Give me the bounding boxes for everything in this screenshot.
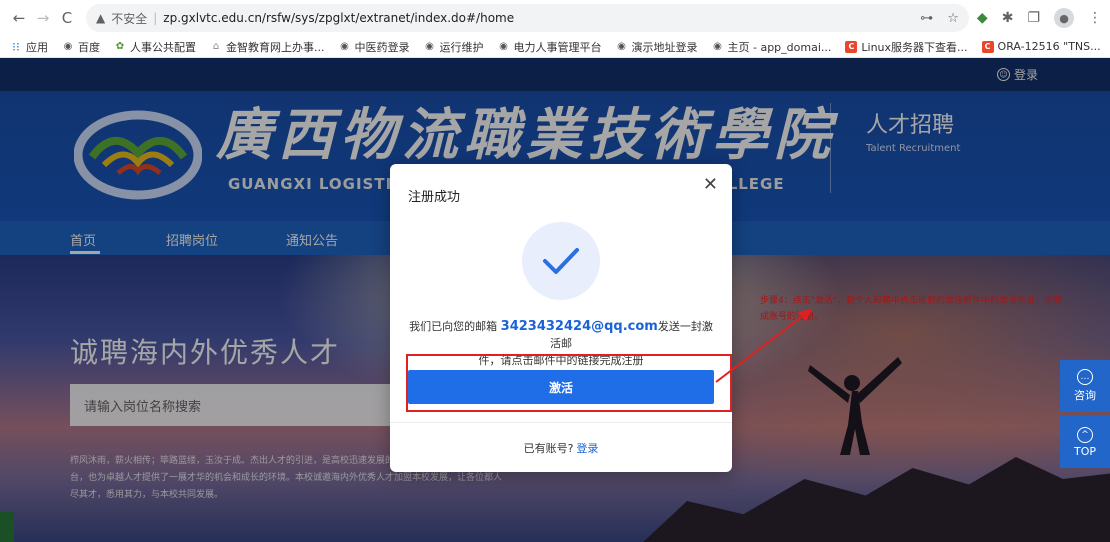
key-icon[interactable]: ⊶ <box>920 11 933 26</box>
globe-icon: ◉ <box>63 41 73 52</box>
globe-icon: ◉ <box>499 41 508 52</box>
bookmarks-bar: ⁝⁝ 应用 ◉ 百度 ✿ 人事公共配置 ⌂ 金智教育网上办事... ◉ 中医药登录 ◉ 运行… <box>0 36 1110 58</box>
puzzle-icon[interactable]: ✱ <box>1002 10 1014 26</box>
login-link[interactable]: 登录 <box>576 442 598 455</box>
profile-avatar-icon[interactable]: ● <box>1054 8 1074 28</box>
chat-icon: … <box>1077 369 1093 385</box>
bookmark-item[interactable]: ✿ 人事公共配置 <box>114 39 196 55</box>
has-account-row: 已有账号? 登录 <box>523 442 599 455</box>
activate-button[interactable]: 激活 <box>408 370 714 404</box>
url-bar[interactable]: ▲ 不安全 | zp.gxlvtc.edu.cn/rsfw/sys/zpglxt… <box>86 4 969 32</box>
bookmark-item[interactable]: ⁝⁝ 应用 <box>10 39 48 55</box>
apps-icon: ⁝⁝ <box>12 39 20 54</box>
red-c-icon: C <box>981 40 994 53</box>
url-text: zp.gxlvtc.edu.cn/rsfw/sys/zpglxt/extrane… <box>163 11 515 25</box>
bookmark-item[interactable]: ◉ 电力人事管理平台 <box>498 39 601 55</box>
success-check-icon <box>522 222 600 300</box>
bookmark-item[interactable]: ◉ 运行维护 <box>424 39 483 55</box>
dialog-title: 注册成功 <box>408 190 461 205</box>
close-icon[interactable]: ✕ <box>703 174 718 195</box>
globe-icon: ◉ <box>340 41 349 52</box>
green-icon: ✿ <box>115 41 125 52</box>
url-separator: | <box>153 11 158 25</box>
dialog-divider <box>390 422 732 423</box>
globe-icon: ◉ <box>425 41 434 52</box>
globe-icon: ◉ <box>713 41 722 52</box>
back-to-top-button[interactable]: ^ TOP <box>1060 416 1110 468</box>
star-icon[interactable]: ☆ <box>947 11 959 26</box>
browser-toolbar: ← → C ▲ 不安全 | zp.gxlvtc.edu.cn/rsfw/sys/… <box>0 0 1110 36</box>
extension-icon[interactable]: ◆ <box>977 10 988 26</box>
back-icon[interactable]: ← <box>8 7 30 29</box>
insecure-label: 不安全 <box>111 11 148 26</box>
bookmark-item[interactable]: ◉ 演示地址登录 <box>616 39 697 55</box>
bookmark-item[interactable]: C ORA-12516 "TNS... <box>981 40 1101 53</box>
bookmark-item[interactable]: ◉ 主页 - app_domai... <box>712 39 831 55</box>
window-icon[interactable]: ❐ <box>1027 10 1040 26</box>
globe-icon: ◉ <box>617 41 626 52</box>
bookmark-item[interactable]: C Linux服务器下查看... <box>845 39 968 55</box>
house-icon: ⌂ <box>212 41 220 52</box>
bookmark-item[interactable]: ⌂ 金智教育网上办事... <box>210 39 325 55</box>
register-success-dialog: 注册成功 ✕ 我们已向您的邮箱 3423432424@qq.com发送一封激活邮… <box>390 164 732 472</box>
chevron-up-icon: ^ <box>1077 426 1093 443</box>
red-c-icon: C <box>845 40 858 53</box>
menu-dots-icon[interactable]: ⋮ <box>1088 10 1102 26</box>
bookmark-item[interactable]: ◉ 百度 <box>62 39 100 55</box>
reload-icon[interactable]: C <box>56 7 78 29</box>
bookmark-item[interactable]: ◉ 中医药登录 <box>339 39 409 55</box>
forward-icon[interactable]: → <box>32 7 54 29</box>
consult-button[interactable]: … 咨询 <box>1060 360 1110 412</box>
warning-icon: ▲ <box>96 11 106 25</box>
email-address: 3423432424@qq.com <box>500 319 658 334</box>
